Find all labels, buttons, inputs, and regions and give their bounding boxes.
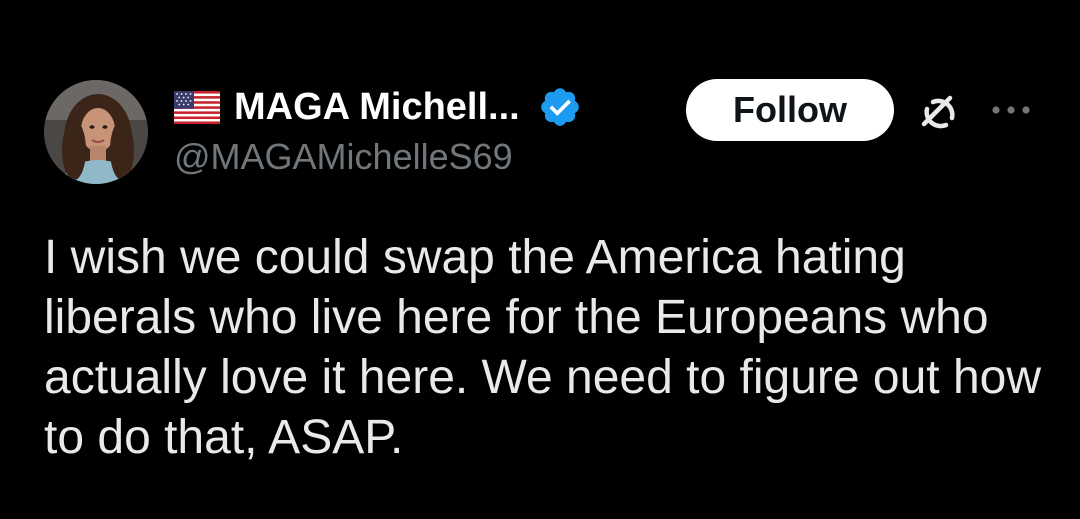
author-display-name[interactable]: MAGA Michell... bbox=[234, 86, 520, 129]
follow-button[interactable]: Follow bbox=[686, 79, 894, 141]
more-options-icon[interactable] bbox=[990, 104, 1032, 116]
author-name-row[interactable]: MAGA Michell... bbox=[174, 82, 582, 132]
grok-icon[interactable] bbox=[914, 88, 964, 138]
avatar-photo bbox=[44, 80, 148, 184]
avatar[interactable] bbox=[44, 80, 148, 184]
verified-badge-icon[interactable] bbox=[538, 85, 582, 129]
tweet-text: I wish we could swap the America hating … bbox=[44, 231, 1042, 464]
us-flag-icon bbox=[174, 90, 220, 124]
author-handle[interactable]: @MAGAMichelleS69 bbox=[174, 136, 513, 178]
tweet-card: MAGA Michell... @MAGAMichelleS69 Follow … bbox=[0, 0, 1080, 519]
